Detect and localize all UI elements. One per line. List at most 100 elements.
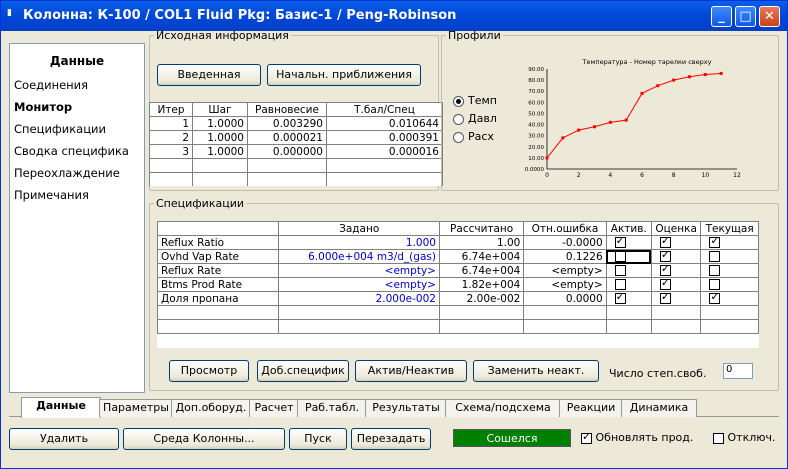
spec-specified[interactable]: 1.000 bbox=[278, 235, 440, 250]
spec-name[interactable]: Ovhd Vap Rate bbox=[157, 249, 280, 264]
table-row[interactable]: 1 1.0000 0.003290 0.010644 bbox=[149, 116, 443, 131]
spec-active-cell bbox=[605, 277, 652, 292]
minimize-icon: _ bbox=[718, 9, 725, 24]
spec-name[interactable]: Reflux Ratio bbox=[157, 235, 280, 250]
spec-specified[interactable]: 6.000e+004 m3/d_(gas) bbox=[278, 249, 440, 264]
spec-current-checkbox[interactable] bbox=[709, 279, 721, 290]
table-row[interactable] bbox=[157, 319, 759, 334]
cell: 1.0000 bbox=[192, 144, 248, 159]
spec-estimate-checkbox[interactable] bbox=[659, 290, 671, 304]
spec-specified[interactable]: <empty> bbox=[278, 263, 440, 278]
spec-name[interactable]: Доля пропана bbox=[157, 291, 280, 306]
checkbox[interactable] bbox=[581, 430, 592, 444]
chart-y-tick-label: 50.00 bbox=[528, 111, 544, 117]
tab-dynamics[interactable]: Динамика bbox=[621, 399, 697, 417]
view-button[interactable]: Просмотр bbox=[169, 360, 249, 382]
tab-side-equipment[interactable]: Доп.оборуд. bbox=[171, 399, 251, 417]
nav-item-connections[interactable]: Соединения bbox=[14, 78, 88, 92]
radio-pressure[interactable]: Давл bbox=[453, 112, 497, 125]
add-spec-button[interactable]: Доб.специфик bbox=[257, 360, 349, 382]
tab-results[interactable]: Результаты bbox=[365, 399, 447, 417]
title-bar[interactable]: ▮ Колонна: К-100 / COL1 Fluid Pkg: Базис… bbox=[1, 1, 787, 31]
column-environment-button[interactable]: Среда Колонны... bbox=[123, 428, 285, 450]
minimize-button[interactable]: _ bbox=[711, 6, 732, 27]
delete-button[interactable]: Удалить bbox=[9, 428, 119, 450]
spec-calculated[interactable]: 2.00e-002 bbox=[438, 291, 525, 306]
page-list-header: Данные bbox=[49, 54, 105, 68]
input-values-button[interactable]: Введенная bbox=[157, 64, 261, 86]
spec-calculated[interactable]: 1.82e+004 bbox=[438, 277, 525, 292]
spec-name[interactable]: Btms Prod Rate bbox=[157, 277, 280, 292]
checkbox[interactable] bbox=[713, 432, 724, 444]
col-calculated: Рассчитано bbox=[438, 221, 525, 236]
nav-item-spec-summary[interactable]: Сводка специфика bbox=[14, 144, 129, 158]
spec-estimate-checkbox[interactable] bbox=[659, 234, 671, 248]
spec-rel-error[interactable]: 0.1226 bbox=[523, 249, 607, 264]
table-row[interactable]: 2 1.0000 0.000021 0.000391 bbox=[149, 130, 443, 145]
spec-current-checkbox[interactable] bbox=[709, 290, 721, 304]
spec-current-cell bbox=[700, 249, 759, 264]
spec-rel-error[interactable]: -0.0000 bbox=[523, 235, 607, 250]
specs-table[interactable]: Задано Рассчитано Отн.ошибка Актив. Оцен… bbox=[157, 221, 759, 348]
spec-active-checkbox[interactable] bbox=[614, 234, 626, 248]
radio-flow[interactable]: Расх bbox=[453, 130, 494, 143]
col-active: Актив. bbox=[605, 221, 652, 236]
tab-worksheet[interactable]: Раб.табл. bbox=[297, 399, 367, 417]
column-window: ▮ Колонна: К-100 / COL1 Fluid Pkg: Базис… bbox=[0, 0, 788, 469]
chart-point bbox=[593, 125, 596, 129]
nav-item-notes[interactable]: Примечания bbox=[14, 188, 89, 202]
spec-row[interactable]: Доля пропана 2.000e-002 2.00e-002 0.0000 bbox=[157, 290, 759, 306]
spec-estimate-checkbox[interactable] bbox=[659, 276, 671, 290]
spec-estimate-checkbox[interactable] bbox=[659, 248, 671, 262]
spec-rel-error[interactable]: 0.0000 bbox=[523, 291, 607, 306]
chart-point bbox=[656, 84, 660, 88]
col-step: Шаг bbox=[192, 102, 248, 117]
tab-calculation[interactable]: Расчет bbox=[249, 399, 299, 417]
cell: 3 bbox=[149, 144, 193, 159]
chart-x-tick-label: 12 bbox=[733, 172, 741, 179]
cell: 0.000021 bbox=[247, 130, 327, 145]
spec-calculated[interactable]: 6.74e+004 bbox=[438, 249, 525, 264]
reset-button[interactable]: Перезадать bbox=[351, 428, 431, 450]
spec-current-checkbox[interactable] bbox=[709, 234, 721, 248]
radio-temperature[interactable]: Темп bbox=[453, 94, 497, 107]
nav-item-subcooling[interactable]: Переохлаждение bbox=[14, 166, 120, 180]
spec-active-checkbox[interactable] bbox=[614, 290, 626, 304]
run-button[interactable]: Пуск bbox=[289, 428, 347, 450]
close-button[interactable]: ✕ bbox=[759, 6, 780, 27]
col-spec-name bbox=[157, 221, 280, 236]
replace-inactive-button[interactable]: Заменить неакт. bbox=[473, 360, 599, 382]
toggle-active-button[interactable]: Актив/Неактив bbox=[355, 360, 467, 382]
spec-rel-error[interactable]: <empty> bbox=[523, 277, 607, 292]
chart-y-tick-label: 10.00 bbox=[528, 156, 544, 162]
spec-calculated[interactable]: 1.00 bbox=[438, 235, 525, 250]
table-row[interactable] bbox=[149, 158, 443, 173]
spec-current-checkbox[interactable] bbox=[709, 265, 721, 276]
table-row[interactable] bbox=[157, 305, 759, 320]
maximize-button[interactable]: □ bbox=[735, 6, 756, 27]
tab-reactions[interactable]: Реакции bbox=[559, 399, 623, 417]
update-outlets-checkbox[interactable]: Обновлять прод. bbox=[581, 430, 693, 444]
spec-calculated[interactable]: 6.74e+004 bbox=[438, 263, 525, 278]
spec-active-checkbox[interactable] bbox=[614, 251, 626, 262]
spec-name[interactable]: Reflux Rate bbox=[157, 263, 280, 278]
ignore-checkbox[interactable]: Отключ. bbox=[713, 431, 776, 444]
tab-flowsheet[interactable]: Схема/подсхема bbox=[445, 399, 561, 417]
cell: 1.0000 bbox=[192, 130, 248, 145]
initial-estimates-button[interactable]: Начальн. приближения bbox=[267, 64, 421, 86]
spec-specified[interactable]: <empty> bbox=[278, 277, 440, 292]
spec-rel-error[interactable]: <empty> bbox=[523, 263, 607, 278]
spec-current-checkbox[interactable] bbox=[709, 251, 721, 262]
nav-item-specs[interactable]: Спецификации bbox=[14, 122, 106, 136]
spec-estimate-checkbox[interactable] bbox=[659, 262, 671, 276]
tab-parameters[interactable]: Параметры bbox=[99, 399, 173, 417]
nav-item-monitor[interactable]: Монитор bbox=[14, 100, 72, 114]
tab-data[interactable]: Данные bbox=[21, 397, 101, 418]
iterations-table[interactable]: Итер Шаг Равновесие Т.бал/Спец 1 1.0000 … bbox=[149, 102, 443, 186]
table-row[interactable]: 3 1.0000 0.000000 0.000016 bbox=[149, 144, 443, 159]
spec-active-checkbox[interactable] bbox=[614, 265, 626, 276]
table-row[interactable] bbox=[149, 172, 443, 186]
spec-active-checkbox[interactable] bbox=[614, 279, 626, 290]
spec-specified[interactable]: 2.000e-002 bbox=[278, 291, 440, 306]
col-heat-spec: Т.бал/Спец bbox=[326, 102, 443, 117]
